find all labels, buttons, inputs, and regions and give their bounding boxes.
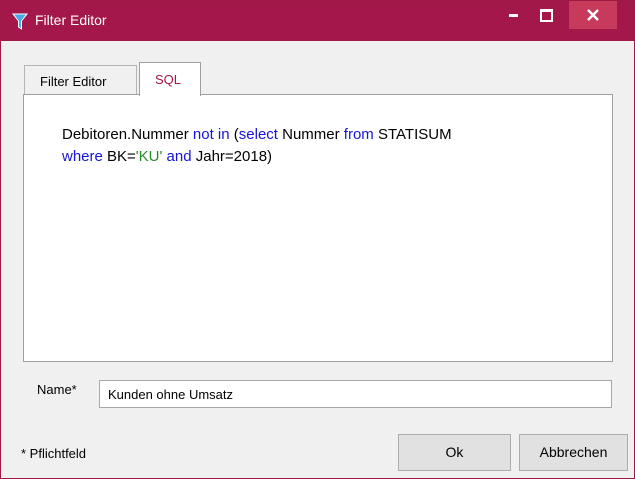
- sql-token: Debitoren.Nummer: [62, 126, 193, 143]
- sql-token: Jahr=2018): [191, 148, 273, 165]
- required-field-note: * Pflichtfeld: [21, 446, 87, 461]
- cancel-button[interactable]: Abbrechen: [519, 434, 628, 471]
- sql-keyword: from: [343, 126, 374, 143]
- sql-keyword: where: [62, 148, 103, 165]
- tab-sql-label: SQL: [155, 72, 182, 87]
- maximize-button[interactable]: [530, 1, 562, 31]
- minimize-icon: [509, 14, 518, 17]
- sql-token: BK=: [102, 148, 136, 165]
- sql-keyword: and: [166, 148, 192, 165]
- maximize-icon: [540, 9, 553, 22]
- name-label: Name*: [37, 382, 77, 397]
- filter-funnel-icon: [12, 13, 28, 30]
- close-button[interactable]: [569, 1, 617, 29]
- ok-button[interactable]: Ok: [398, 434, 511, 471]
- tab-filter-editor-label: Filter Editor: [40, 74, 107, 89]
- sql-line-1: Debitoren.Nummer not in (select Nummer f…: [62, 124, 602, 146]
- minimize-button[interactable]: [497, 1, 529, 31]
- tab-filter-editor[interactable]: Filter Editor: [24, 65, 137, 94]
- title-bar[interactable]: Filter Editor: [1, 1, 634, 41]
- sql-token: STATISUM: [373, 126, 452, 143]
- sql-line-2: where BK='KU' and Jahr=2018): [62, 146, 602, 168]
- sql-token: Nummer: [277, 126, 344, 143]
- sql-string: 'KU': [135, 148, 163, 165]
- close-icon: [587, 9, 599, 21]
- name-input[interactable]: [99, 380, 612, 408]
- sql-token: (: [229, 126, 239, 143]
- window-title: Filter Editor: [35, 12, 107, 28]
- sql-editor-text[interactable]: Debitoren.Nummer not in (select Nummer f…: [62, 124, 602, 168]
- tab-sql[interactable]: SQL: [139, 62, 201, 96]
- sql-keyword: not in: [192, 126, 230, 143]
- sql-keyword: select: [238, 126, 278, 143]
